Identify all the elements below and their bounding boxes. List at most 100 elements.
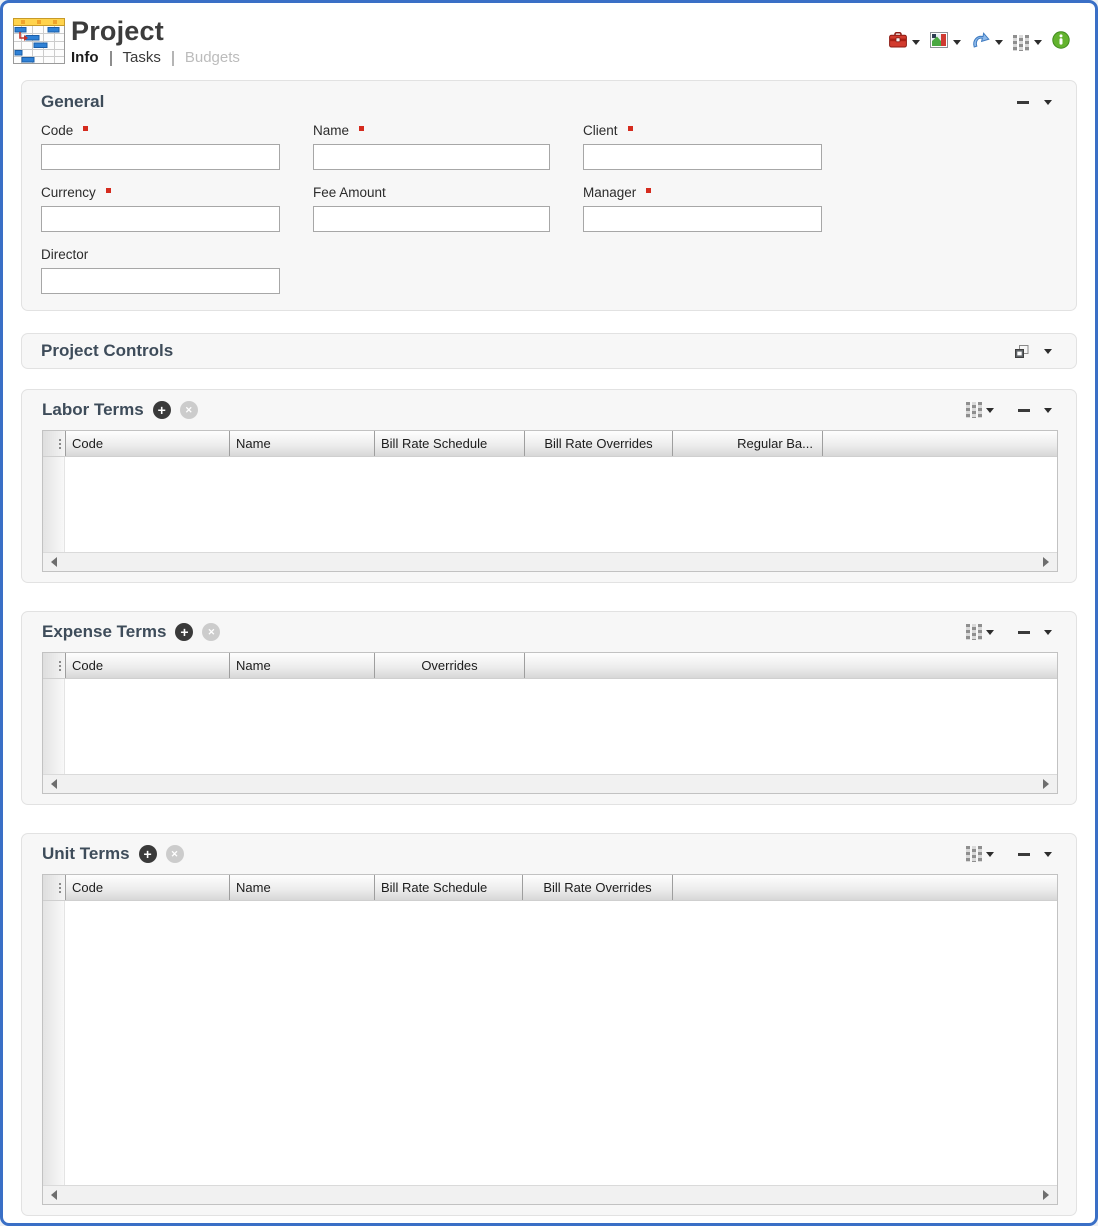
row-selector-header	[43, 431, 65, 456]
unit-terms-header: Unit Terms	[42, 834, 1058, 874]
page-header: Project Info Tasks Budgets	[3, 3, 1095, 70]
column-header-bill-rate-overrides[interactable]: Bill Rate Overrides	[524, 431, 672, 456]
column-header-bill-rate-overrides[interactable]: Bill Rate Overrides	[522, 875, 672, 900]
column-header-code[interactable]: Code	[65, 875, 229, 900]
columns-menu-button[interactable]	[1012, 34, 1043, 52]
collapse-button[interactable]	[1018, 631, 1030, 634]
tab-separator	[172, 51, 174, 66]
scroll-right-arrow[interactable]	[1043, 557, 1049, 567]
chevron-down-icon	[986, 852, 994, 857]
field-label: Currency	[41, 185, 280, 201]
collapse-button[interactable]	[1018, 853, 1030, 856]
grid-body	[43, 901, 1057, 1185]
scroll-left-arrow[interactable]	[51, 1190, 57, 1200]
scroll-left-arrow[interactable]	[51, 779, 57, 789]
manager-input[interactable]	[583, 206, 822, 232]
expense-terms-title: Expense Terms	[42, 622, 166, 642]
collapse-button[interactable]	[1018, 409, 1030, 412]
tab-tasks[interactable]: Tasks	[123, 49, 161, 67]
column-header-name[interactable]: Name	[229, 875, 374, 900]
unit-terms-grid: Code Name Bill Rate Schedule Bill Rate O…	[42, 874, 1058, 1205]
field-manager: Manager	[583, 185, 822, 232]
field-label: Manager	[583, 185, 822, 201]
section-menu-button[interactable]	[1044, 349, 1052, 354]
row-selector-header	[43, 653, 65, 678]
column-header-name[interactable]: Name	[229, 431, 374, 456]
scroll-left-arrow[interactable]	[51, 557, 57, 567]
redo-menu-button[interactable]	[970, 31, 1004, 55]
delete-row-button[interactable]	[202, 623, 220, 641]
tab-info[interactable]: Info	[71, 49, 99, 67]
general-controls	[1017, 100, 1058, 105]
chevron-down-icon	[1044, 349, 1052, 354]
columns-icon	[1013, 35, 1029, 51]
collapse-button[interactable]	[1017, 101, 1029, 104]
field-label: Director	[41, 247, 280, 263]
scroll-right-arrow[interactable]	[1043, 779, 1049, 789]
client-input[interactable]	[583, 144, 822, 170]
scroll-right-arrow[interactable]	[1043, 1190, 1049, 1200]
chevron-down-icon	[953, 40, 961, 45]
info-button[interactable]	[1051, 30, 1071, 55]
horizontal-scrollbar[interactable]	[43, 774, 1057, 793]
general-form: Code Name Client Currency Fee Amount Man…	[41, 123, 1058, 294]
add-row-button[interactable]	[175, 623, 193, 641]
delete-row-button[interactable]	[180, 401, 198, 419]
toolbox-menu-button[interactable]	[888, 31, 921, 54]
column-chooser-button[interactable]	[966, 402, 994, 418]
labor-terms-grid: Code Name Bill Rate Schedule Bill Rate O…	[42, 430, 1058, 572]
chart-picture-icon	[930, 32, 948, 53]
delete-row-button[interactable]	[166, 845, 184, 863]
horizontal-scrollbar[interactable]	[43, 552, 1057, 571]
row-selector-column	[43, 901, 65, 1185]
section-project-controls: Project Controls	[21, 333, 1077, 369]
code-input[interactable]	[41, 144, 280, 170]
column-header-regular-ba[interactable]: Regular Ba...	[672, 431, 822, 456]
columns-icon	[966, 624, 982, 640]
grid-empty-area	[65, 901, 1057, 1185]
section-menu-button[interactable]	[1044, 100, 1052, 105]
chevron-down-icon	[986, 408, 994, 413]
tab-separator	[110, 51, 112, 66]
add-row-button[interactable]	[153, 401, 171, 419]
column-header-name[interactable]: Name	[229, 653, 374, 678]
section-menu-button[interactable]	[1044, 852, 1052, 857]
grid-body	[43, 457, 1057, 552]
general-title: General	[41, 92, 104, 112]
row-selector-header	[43, 875, 65, 900]
column-header-overrides[interactable]: Overrides	[374, 653, 524, 678]
add-row-button[interactable]	[139, 845, 157, 863]
restore-section-button[interactable]	[1015, 345, 1029, 358]
field-code: Code	[41, 123, 280, 170]
director-input[interactable]	[41, 268, 280, 294]
section-menu-button[interactable]	[1044, 630, 1052, 635]
info-icon	[1052, 31, 1070, 54]
drag-handle-icon[interactable]	[59, 439, 61, 441]
grid-header-row: Code Name Overrides	[43, 653, 1057, 679]
row-selector-column	[43, 457, 65, 552]
column-header-bill-rate-schedule[interactable]: Bill Rate Schedule	[374, 431, 524, 456]
columns-icon	[966, 402, 982, 418]
grid-body	[43, 679, 1057, 774]
name-input[interactable]	[313, 144, 550, 170]
column-chooser-button[interactable]	[966, 846, 994, 862]
field-name: Name	[313, 123, 550, 170]
chevron-down-icon	[1034, 40, 1042, 45]
section-labor-terms: Labor Terms Code Name Bill Rate Schedule…	[21, 389, 1077, 583]
drag-handle-icon[interactable]	[59, 883, 61, 885]
header-toolbar	[888, 30, 1071, 55]
chart-menu-button[interactable]	[929, 31, 962, 54]
fee-amount-input[interactable]	[313, 206, 550, 232]
column-header-filler	[672, 875, 1057, 900]
chevron-down-icon	[995, 40, 1003, 45]
column-chooser-button[interactable]	[966, 624, 994, 640]
tab-budgets: Budgets	[185, 49, 240, 67]
horizontal-scrollbar[interactable]	[43, 1185, 1057, 1204]
drag-handle-icon[interactable]	[59, 661, 61, 663]
column-header-code[interactable]: Code	[65, 431, 229, 456]
column-header-bill-rate-schedule[interactable]: Bill Rate Schedule	[374, 875, 522, 900]
grid-empty-area	[65, 679, 1057, 774]
currency-input[interactable]	[41, 206, 280, 232]
section-menu-button[interactable]	[1044, 408, 1052, 413]
column-header-code[interactable]: Code	[65, 653, 229, 678]
